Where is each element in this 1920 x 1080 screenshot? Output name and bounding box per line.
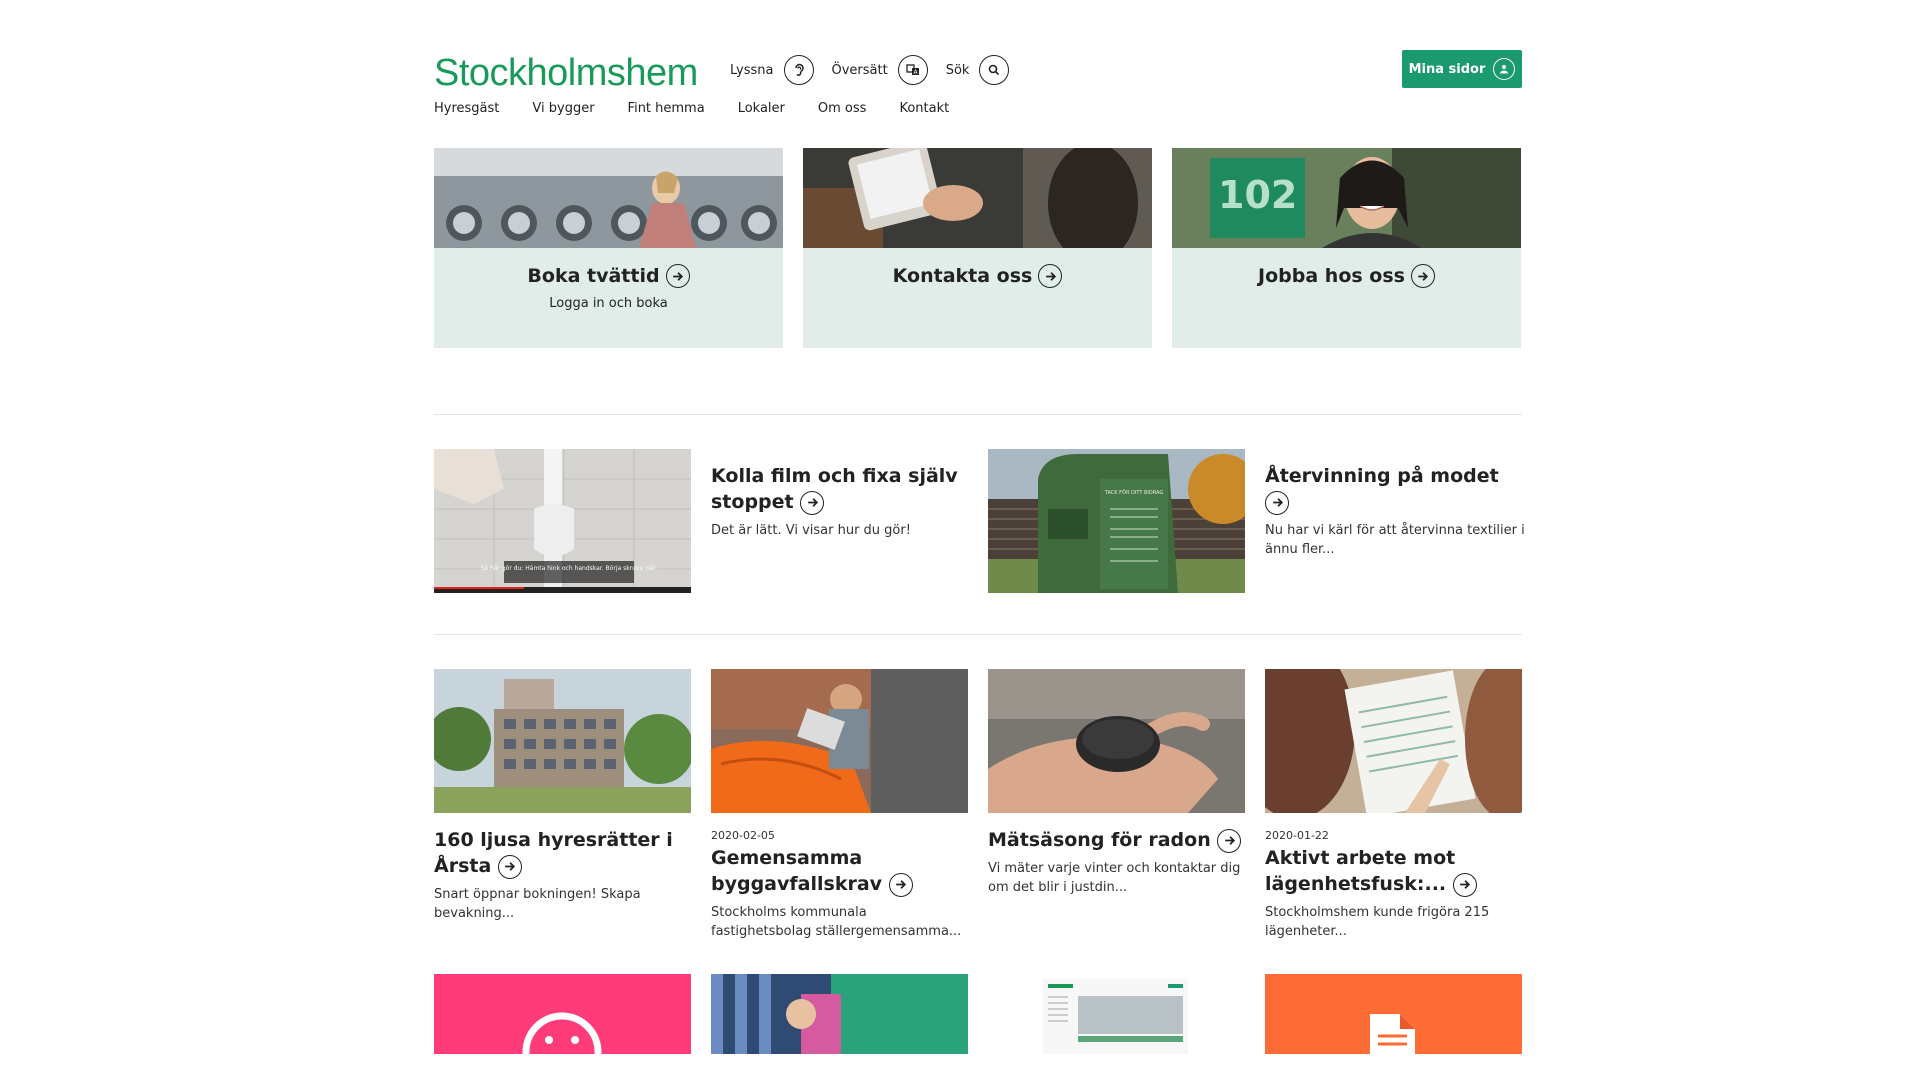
arrow-right-icon — [1410, 264, 1435, 288]
news-card[interactable]: 2020-02-05 Gemensamma byggavfallskrav St… — [711, 669, 968, 941]
card-title-text: Jobba hos oss — [1258, 265, 1405, 287]
feature-title[interactable]: Återvinning på modet — [1265, 463, 1525, 515]
face-icon — [434, 974, 691, 1054]
arrow-right-icon — [1265, 490, 1289, 515]
card-title-text: Kontakta oss — [892, 265, 1033, 287]
phone-image — [803, 148, 1152, 248]
nav-item-fint-hemma[interactable]: Fint hemma — [628, 101, 705, 116]
news-title-text: 160 ljusa hyresrätter i Årsta — [434, 829, 673, 877]
card-title: Kontakta oss — [893, 264, 1063, 288]
recycling-bin-image: TACK FÖR DITT BIDRAG — [988, 449, 1245, 593]
news-description: Stockholmshem kunde frigöra 215 lägenhet… — [1265, 905, 1490, 939]
site-logo[interactable]: Stockholmshem — [434, 52, 698, 95]
news-title[interactable]: 160 ljusa hyresrätter i Årsta — [434, 827, 691, 879]
feature-title[interactable]: Kolla film och fixa själv stoppet — [711, 463, 971, 515]
feature-title-text: Kolla film och fixa själv stoppet — [711, 465, 958, 513]
listen-label: Lyssna — [730, 62, 774, 78]
card-subtitle: Logga in och boka — [549, 296, 668, 311]
news-date: 2020-02-05 — [711, 829, 775, 842]
news-card[interactable]: 160 ljusa hyresrätter i Årsta Snart öppn… — [434, 669, 691, 941]
card-title: Jobba hos oss — [1258, 264, 1435, 288]
nav-item-kontakt[interactable]: Kontakt — [899, 101, 949, 116]
mural-image — [711, 974, 968, 1054]
mina-sidor-button[interactable]: Mina sidor — [1402, 50, 1522, 88]
card-jobba-hos-oss[interactable]: 102 Jobba hos oss — [1172, 148, 1521, 348]
card-title-text: Boka tvättid — [527, 265, 660, 287]
main-nav: Hyresgäst Vi bygger Fint hemma Lokaler O… — [434, 101, 949, 116]
feature-description: Nu har vi kärl för att återvinna textili… — [1265, 523, 1525, 557]
search-icon — [979, 55, 1010, 85]
mina-sidor-label: Mina sidor — [1408, 61, 1486, 77]
arrow-right-icon — [1452, 872, 1477, 897]
nav-item-om-oss[interactable]: Om oss — [818, 101, 867, 116]
employee-image: 102 — [1172, 148, 1521, 248]
news-title-text: Aktivt arbete mot lägenhetsfusk:... — [1265, 847, 1456, 895]
card-kontakta-oss[interactable]: Kontakta oss — [803, 148, 1152, 348]
paperwork-image — [1265, 669, 1522, 813]
news-title[interactable]: Mätsäsong för radon — [988, 827, 1245, 853]
news-grid-row-2 — [434, 974, 1522, 1054]
news-grid: 160 ljusa hyresrätter i Årsta Snart öppn… — [434, 669, 1522, 941]
news-title-text: Mätsäsong för radon — [988, 829, 1211, 851]
news-card[interactable] — [1265, 974, 1522, 1054]
news-title-text: Gemensamma byggavfallskrav — [711, 847, 883, 895]
news-card[interactable] — [711, 974, 968, 1054]
translate-button[interactable]: Översätt A — [832, 55, 928, 85]
feature-film[interactable]: Så här gör du: Hämta hink och handskar. … — [434, 449, 971, 593]
header-tools: Lyssna Översätt A Sök — [730, 55, 1010, 85]
arrow-right-icon — [1217, 828, 1242, 853]
news-title[interactable]: Gemensamma byggavfallskrav — [711, 845, 968, 897]
nav-item-vi-bygger[interactable]: Vi bygger — [532, 101, 594, 116]
video-thumbnail[interactable]: Så här gör du: Hämta hink och handskar. … — [434, 449, 691, 593]
news-description: Snart öppnar bokningen! Skapa bevakning.… — [434, 887, 641, 921]
news-description: Stockholms kommunala fastighetsbolag stä… — [711, 905, 962, 939]
section-divider — [434, 414, 1522, 415]
search-label: Sök — [945, 62, 970, 78]
search-button[interactable]: Sök — [946, 55, 1010, 85]
quick-links: Boka tvättid Logga in och boka Kontakta … — [434, 148, 1522, 348]
news-title[interactable]: Aktivt arbete mot lägenhetsfusk:... — [1265, 845, 1522, 897]
arrow-right-icon — [888, 872, 913, 897]
ear-icon — [783, 55, 814, 85]
arrow-right-icon — [497, 854, 522, 879]
translate-icon: A — [897, 55, 928, 85]
feature-description: Det är lätt. Vi visar hur du gör! — [711, 523, 911, 538]
arrow-right-icon — [1038, 264, 1063, 288]
translate-label: Översätt — [831, 62, 888, 78]
nav-item-lokaler[interactable]: Lokaler — [738, 101, 785, 116]
document-icon — [1265, 974, 1522, 1054]
news-card[interactable] — [988, 974, 1245, 1054]
card-title: Boka tvättid — [527, 264, 690, 288]
listen-button[interactable]: Lyssna — [730, 55, 814, 85]
building-image — [434, 669, 691, 813]
card-boka-tvattid[interactable]: Boka tvättid Logga in och boka — [434, 148, 783, 348]
video-caption: Så här gör du: Hämta hink och handskar. … — [481, 565, 658, 572]
section-divider — [434, 634, 1522, 635]
sign-number: 102 — [1218, 173, 1297, 217]
news-card[interactable] — [434, 974, 691, 1054]
feature-atervinning[interactable]: TACK FÖR DITT BIDRAG Återvinning på mode… — [988, 449, 1525, 593]
laundry-image — [434, 148, 783, 248]
nav-item-hyresgast[interactable]: Hyresgäst — [434, 101, 499, 116]
news-description: Vi mäter varje vinter och kontaktar dig … — [988, 861, 1241, 895]
website-screenshot-image — [988, 974, 1245, 1054]
news-card[interactable]: Mätsäsong för radon Vi mäter varje vinte… — [988, 669, 1245, 941]
bin-sign-text: TACK FÖR DITT BIDRAG — [1104, 489, 1164, 496]
radon-detector-image — [988, 669, 1245, 813]
page: Stockholmshem Lyssna Översätt A Sök Mina… — [434, 0, 1525, 1080]
feature-title-text: Återvinning på modet — [1265, 465, 1499, 487]
news-date: 2020-01-22 — [1265, 829, 1329, 842]
user-icon — [1493, 58, 1516, 80]
arrow-right-icon — [800, 490, 825, 515]
news-card[interactable]: 2020-01-22 Aktivt arbete mot lägenhetsfu… — [1265, 669, 1522, 941]
construction-waste-image — [711, 669, 968, 813]
arrow-right-icon — [665, 264, 690, 288]
